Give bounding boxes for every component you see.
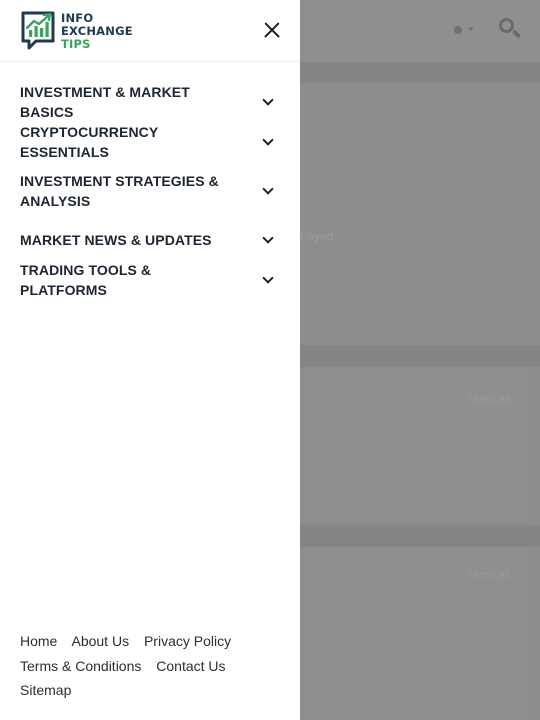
footer-link-terms-conditions[interactable]: Terms & Conditions — [20, 658, 141, 674]
menu-item-investment-strategies-analysis[interactable]: INVESTMENT STRATEGIES & ANALYSIS — [0, 162, 300, 220]
logo-line-3: TIPS — [61, 37, 91, 51]
menu-item-label: INVESTMENT & MARKET BASICS — [20, 84, 190, 120]
footer-link-about-us[interactable]: About Us — [71, 633, 129, 649]
site-logo[interactable]: INFO EXCHANGE TIPS — [20, 11, 140, 51]
chevron-down-icon[interactable] — [262, 187, 274, 195]
menu-item-cryptocurrency-essentials[interactable]: CRYPTOCURRENCY ESSENTIALS — [0, 122, 300, 162]
drawer-header: INFO EXCHANGE TIPS — [0, 0, 300, 62]
menu-item-label: INVESTMENT STRATEGIES & ANALYSIS — [20, 173, 219, 209]
menu-item-market-news-updates[interactable]: MARKET NEWS & UPDATES — [0, 220, 300, 260]
view-all-link: View all — [468, 567, 510, 581]
chevron-down-icon[interactable] — [262, 98, 274, 106]
background-text-fragment: Fayed — [300, 229, 334, 243]
menu-item-label: CRYPTOCURRENCY ESSENTIALS — [20, 124, 159, 160]
chevron-down-icon[interactable] — [262, 138, 274, 146]
menu-item-label: MARKET NEWS & UPDATES — [20, 232, 212, 248]
menu-item-investment-market-basics[interactable]: INVESTMENT & MARKET BASICS — [0, 82, 300, 122]
logo-wordmark: INFO EXCHANGE TIPS — [61, 12, 133, 51]
footer-links: Home About Us Privacy Policy Terms & Con… — [20, 629, 280, 703]
side-drawer: INFO EXCHANGE TIPS INVESTMENT & MARKET B… — [0, 0, 300, 720]
footer-link-home[interactable]: Home — [20, 633, 57, 649]
menu-item-trading-tools-platforms[interactable]: TRADING TOOLS & PLATFORMS — [0, 260, 300, 300]
menu-item-label: TRADING TOOLS & PLATFORMS — [20, 262, 152, 298]
footer-link-privacy-policy[interactable]: Privacy Policy — [144, 633, 231, 649]
chevron-down-icon[interactable] — [262, 276, 274, 284]
footer-link-sitemap[interactable]: Sitemap — [20, 682, 71, 698]
search-icon — [498, 17, 522, 41]
chevron-down-icon[interactable] — [262, 236, 274, 244]
drawer-menu: INVESTMENT & MARKET BASICS CRYPTOCURRENC… — [0, 82, 300, 300]
close-icon[interactable] — [258, 16, 286, 44]
view-all-link: View all — [468, 392, 510, 406]
theme-toggle-icon — [451, 24, 477, 36]
footer-link-contact-us[interactable]: Contact Us — [156, 658, 225, 674]
logo-chart-icon — [21, 11, 55, 50]
